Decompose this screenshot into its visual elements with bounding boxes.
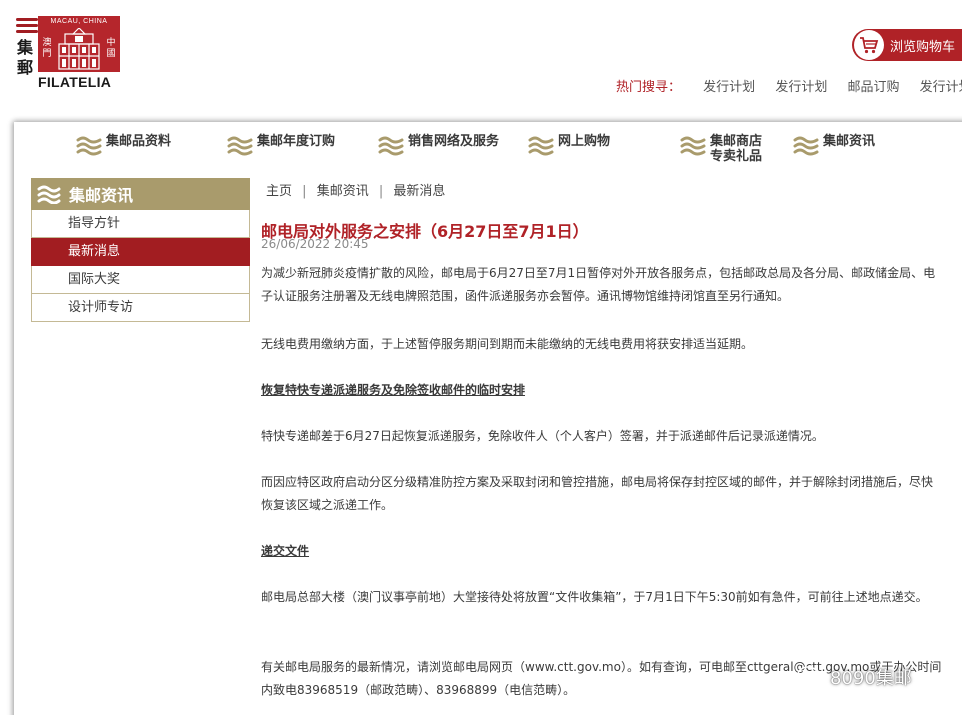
nav-label: 集邮资讯 — [823, 134, 876, 149]
article-date: 26/06/2022 20:45 — [261, 237, 369, 251]
breadcrumb: 主页 | 集邮资讯 | 最新消息 — [266, 180, 445, 199]
hot-link-issue-plan[interactable]: 发行计划 — [703, 80, 755, 95]
article-paragraph: 特快专递邮差于6月27日起恢复派递服务，免除收件人（个人客户）签署，并于派递邮件… — [261, 429, 824, 443]
watermark: 8090集邮 — [796, 660, 946, 694]
wave-icon — [227, 136, 253, 156]
ruins-facade-icon — [58, 28, 100, 70]
article-paragraph: 为减少新冠肺炎疫情扩散的风险，邮电局于6月27日至7月1日暂停对外开放各服务点，… — [261, 266, 936, 303]
wave-icon — [793, 136, 819, 156]
hot-search-label: 热门搜寻： — [616, 80, 682, 95]
wechat-icon — [797, 666, 825, 688]
wave-icon — [37, 185, 61, 204]
nav-label: 网上购物 — [558, 134, 611, 149]
hot-link-issue-plan[interactable]: 发行计划 — [920, 80, 962, 95]
article-paragraph: 而因应特区政府启动分区分级精准防控方案及采取封闭和管控措施，邮电局将保存封控区域… — [261, 475, 934, 512]
breadcrumb-separator: | — [378, 184, 384, 199]
logo-jiyou-text: 集 郵 — [17, 38, 34, 77]
shopping-cart-icon — [854, 30, 884, 60]
sidebar-title: 集邮资讯 — [69, 186, 134, 205]
site-logo[interactable]: 集 郵 MACAU, CHINA 澳 門 中 國 FILATELIA — [16, 14, 126, 92]
breadcrumb-latest-news[interactable]: 最新消息 — [393, 184, 445, 199]
article-subheading: 恢复特快专递派递服务及免除签收邮件的临时安排 — [261, 383, 526, 397]
breadcrumb-home[interactable]: 主页 — [266, 184, 292, 199]
logo-zhongguo-text: 中 國 — [106, 38, 116, 59]
logo-stripes — [16, 18, 38, 36]
hot-search-bar: 热门搜寻： 发行计划 发行计划 邮品订购 发行计划 — [616, 76, 962, 95]
wave-icon — [76, 136, 102, 156]
hot-link-issue-plan[interactable]: 发行计划 — [775, 80, 827, 95]
nav-label: 集邮品资料 — [106, 134, 172, 149]
wave-icon — [378, 136, 404, 156]
watermark-text: 8090集邮 — [830, 668, 912, 689]
nav-item-philatelic-news[interactable]: 集邮资讯 — [793, 132, 875, 172]
view-cart-button[interactable]: 浏览购物车 — [852, 29, 962, 61]
nav-item-online-shopping[interactable]: 网上购物 — [528, 132, 610, 172]
hot-link-stamp-order[interactable]: 邮品订购 — [847, 80, 899, 95]
nav-item-annual-subscription[interactable]: 集邮年度订购 — [227, 132, 335, 172]
article-paragraph: 无线电费用缴纳方面，于上述暂停服务期间到期而未能缴纳的无线电费用将获安排适当延期… — [261, 337, 754, 351]
wave-icon — [528, 136, 554, 156]
sidebar-item-international-awards[interactable]: 国际大奖 — [31, 266, 250, 294]
sidebar-header: 集邮资讯 — [31, 178, 250, 210]
logo-aomen-text: 澳 門 — [42, 38, 52, 59]
article-subheading: 递交文件 — [261, 544, 310, 558]
logo-filatelia-text: FILATELIA — [38, 74, 112, 90]
breadcrumb-separator: | — [302, 184, 307, 199]
article-paragraph: 邮电局总部大楼（澳门议事亭前地）大堂接待处将放置“文件收集箱”，于7月1日下午5… — [261, 590, 928, 604]
nav-label: 销售网络及服务 — [408, 134, 500, 149]
nav-item-sales-network[interactable]: 销售网络及服务 — [378, 132, 499, 172]
logo-red-block: MACAU, CHINA 澳 門 中 國 — [38, 16, 120, 72]
cart-label: 浏览购物车 — [890, 39, 956, 55]
nav-item-philatelic-shop[interactable]: 集邮商店 专卖礼品 — [680, 132, 762, 172]
nav-item-stamp-products[interactable]: 集邮品资料 — [76, 132, 171, 172]
sidebar-item-latest-news[interactable]: 最新消息 — [31, 238, 250, 266]
nav-label: 集邮商店 专卖礼品 — [710, 134, 763, 164]
sidebar-item-designer-interviews[interactable]: 设计师专访 — [31, 294, 250, 322]
breadcrumb-philatelic-news[interactable]: 集邮资讯 — [317, 184, 369, 199]
wave-icon — [680, 136, 706, 156]
nav-label: 集邮年度订购 — [257, 134, 336, 149]
logo-macau-text: MACAU, CHINA — [50, 18, 108, 25]
sidebar-item-guidelines[interactable]: 指导方针 — [31, 210, 250, 238]
